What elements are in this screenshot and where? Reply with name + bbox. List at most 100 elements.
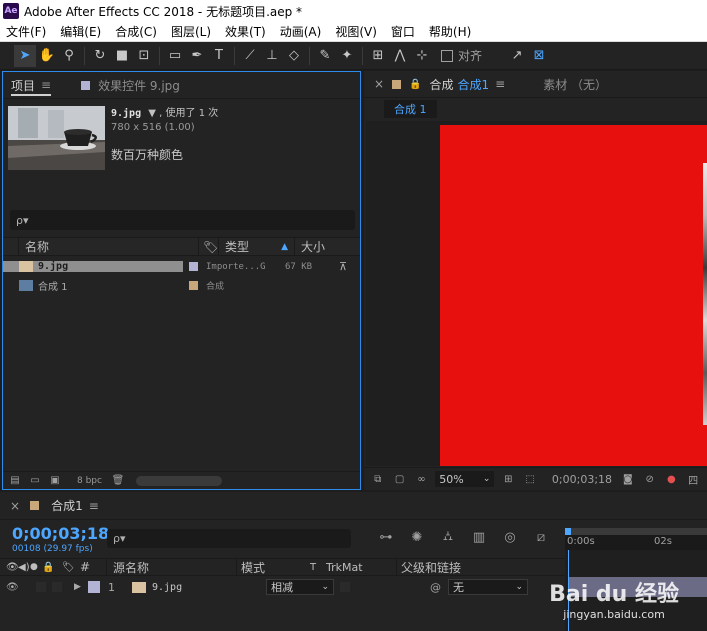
menu-help[interactable]: 帮助(H) (422, 23, 478, 40)
solo-switch[interactable] (36, 582, 46, 592)
menu-animation[interactable]: 动画(A) (273, 23, 329, 40)
brush-tool-icon[interactable]: ⟋ (239, 45, 261, 67)
pan-behind-tool-icon[interactable]: ⊡ (133, 45, 155, 67)
menu-effect[interactable]: 效果(T) (218, 23, 273, 40)
column-name[interactable]: 名称 (19, 238, 199, 255)
project-search-input[interactable]: ρ▾ (10, 210, 355, 230)
snap-arrows-icon[interactable]: ↗ (506, 45, 528, 67)
project-item-row[interactable]: 9.jpg Importe...G 67 KB ⊼ (3, 257, 360, 276)
label-tag-icon[interactable]: 🏷 (199, 238, 219, 255)
mask-visibility-icon[interactable]: ∞ (414, 472, 430, 486)
close-tab-icon[interactable]: × (10, 499, 20, 513)
composition-viewer[interactable] (366, 121, 707, 466)
column-source-name[interactable]: 源名称 (106, 558, 236, 576)
menu-window[interactable]: 窗口 (384, 23, 422, 40)
comp-tab-name[interactable]: 合成1 (458, 76, 490, 93)
video-eye-icon[interactable]: 👁 (6, 562, 19, 573)
flowchart-icon[interactable]: ⊼ (339, 260, 347, 273)
parent-dropdown[interactable]: 无 ⌄ (448, 579, 528, 595)
views-icon[interactable]: 四 (685, 472, 701, 487)
panel-menu-icon[interactable]: ≡ (89, 499, 99, 513)
world-axis-icon[interactable]: ⋀ (389, 45, 411, 67)
snapshot-camera-icon[interactable]: ◙ (620, 472, 636, 486)
selection-tool-icon[interactable]: ➤ (14, 44, 36, 67)
interpret-footage-icon[interactable]: ▤ (7, 474, 23, 488)
camera-tool-icon[interactable]: ■ (111, 45, 133, 67)
motion-blur-icon[interactable]: ◎ (500, 528, 520, 546)
work-area-bar[interactable] (565, 528, 707, 535)
comp-navigator-tab[interactable]: 合成 1 (384, 100, 437, 118)
lock-icon[interactable]: 🔒 (42, 562, 62, 573)
zoom-tool-icon[interactable]: ⚲ (58, 45, 80, 67)
column-mode[interactable]: 模式 (236, 558, 310, 576)
eraser-tool-icon[interactable]: ◇ (283, 45, 305, 67)
column-size[interactable]: 大小 (295, 238, 351, 255)
time-ruler[interactable]: 0:00s 02s (565, 528, 707, 550)
new-folder-icon[interactable]: ▭ (27, 474, 43, 488)
local-axis-icon[interactable]: ⊞ (367, 45, 389, 67)
timeline-search-input[interactable]: ρ▾ (107, 529, 351, 548)
column-parent[interactable]: 父级和链接 (396, 558, 496, 576)
graph-editor-icon[interactable]: ⧄ (531, 528, 551, 546)
type-tool-icon[interactable]: T (208, 45, 230, 67)
pick-whip-icon[interactable]: @ (430, 581, 448, 594)
current-time-display[interactable]: 0;00;03;18 (12, 524, 109, 543)
snapping-checkbox[interactable] (441, 49, 453, 62)
project-item-row[interactable]: 合成 1 合成 (3, 276, 360, 295)
monitor-icon[interactable]: ▢ (392, 472, 408, 486)
comp-tab-label[interactable]: 合成 (430, 76, 454, 93)
close-tab-icon[interactable]: × (374, 77, 384, 91)
clone-stamp-tool-icon[interactable]: ⊥ (261, 45, 283, 67)
hand-tool-icon[interactable]: ✋ (36, 45, 58, 67)
column-trkmat[interactable]: TrkMat (326, 561, 396, 574)
rectangle-tool-icon[interactable]: ▭ (164, 45, 186, 67)
column-type[interactable]: 类型 ▲ (219, 238, 295, 255)
video-eye-icon[interactable]: 👁 (6, 582, 19, 593)
label-color-swatch[interactable] (189, 262, 198, 271)
label-color-swatch[interactable] (88, 581, 100, 593)
menu-file[interactable]: 文件(F) (0, 23, 53, 40)
menu-composition[interactable]: 合成(C) (108, 23, 164, 40)
roto-brush-tool-icon[interactable]: ✎ (314, 45, 336, 67)
layer-name[interactable]: 9.jpg (152, 582, 266, 593)
delete-icon[interactable]: 🗑 (110, 474, 126, 488)
viewer-timecode[interactable]: 0;00;03;18 (552, 473, 612, 486)
always-preview-icon[interactable]: ⧉ (370, 472, 386, 486)
lock-switch[interactable] (52, 582, 62, 592)
blend-mode-dropdown[interactable]: 相减 ⌄ (266, 579, 334, 595)
solo-icon[interactable]: ● (30, 562, 42, 572)
channel-color-icon[interactable]: ● (664, 472, 680, 486)
project-horizontal-scrollbar[interactable] (135, 475, 222, 486)
tab-footage[interactable]: 素材 （无） (543, 76, 607, 93)
puppet-pin-tool-icon[interactable]: ✦ (336, 45, 358, 67)
label-color-swatch[interactable] (189, 281, 198, 290)
magnification-dropdown[interactable]: 50% ⌄ (435, 471, 495, 487)
region-of-interest-icon[interactable]: ⬚ (522, 472, 538, 486)
timeline-tab-label[interactable]: 合成1 (51, 497, 83, 514)
tab-project[interactable]: 项目 ≡ (3, 72, 59, 98)
snapping-toggle[interactable]: 对齐 (441, 47, 482, 64)
draft-3d-icon[interactable]: ✺ (407, 528, 427, 546)
menu-edit[interactable]: 编辑(E) (53, 23, 108, 40)
playhead-handle[interactable] (565, 528, 571, 535)
frame-blending-icon[interactable]: ▥ (469, 528, 489, 546)
expand-arrow-icon[interactable]: ▶ (74, 582, 88, 592)
panel-menu-icon[interactable]: ≡ (41, 78, 51, 92)
menu-view[interactable]: 视图(V) (328, 23, 384, 40)
lock-icon[interactable]: 🔒 (409, 79, 421, 90)
composition-flowchart-icon[interactable]: ⊶ (376, 528, 396, 546)
label-tag-icon[interactable]: 🏷 (62, 562, 80, 573)
audio-icon[interactable]: ◀) (18, 562, 30, 573)
preserve-transparency-switch[interactable] (340, 582, 350, 592)
rotate-tool-icon[interactable]: ↻ (89, 45, 111, 67)
show-snapshot-icon[interactable]: ⊘ (642, 472, 658, 486)
pen-tool-icon[interactable]: ✒ (186, 45, 208, 67)
safe-area-icon[interactable]: ⊞ (500, 472, 516, 486)
panel-menu-icon[interactable]: ≡ (495, 77, 505, 91)
snap-target-icon[interactable]: ⊠ (528, 45, 550, 67)
new-composition-icon[interactable]: ▣ (47, 474, 63, 488)
view-axis-icon[interactable]: ⊹ (411, 45, 433, 67)
shy-layers-icon[interactable]: ⛼ (438, 528, 458, 546)
bit-depth-button[interactable]: 8 bpc (77, 476, 102, 486)
tab-effect-controls[interactable]: 效果控件 9.jpg (73, 72, 188, 98)
